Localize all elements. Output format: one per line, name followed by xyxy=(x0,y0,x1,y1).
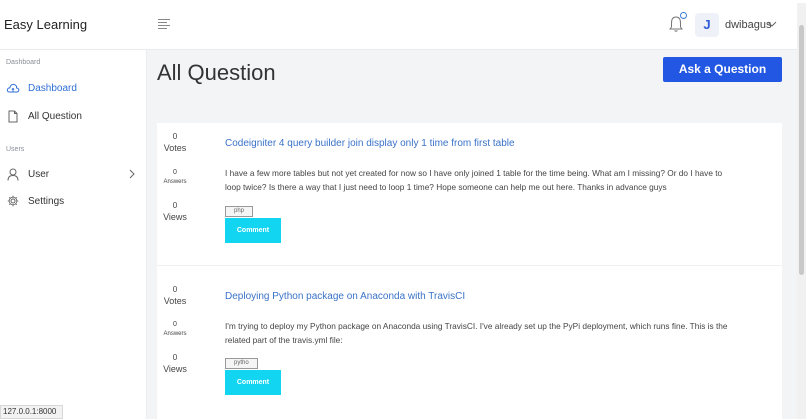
votes-count: 0 xyxy=(172,132,178,141)
answers-label: Answers xyxy=(163,331,187,337)
scrollbar-thumb[interactable] xyxy=(799,25,804,275)
question-card: 0 Votes 0 Answers 0 Views Deploying Pyth… xyxy=(157,266,782,419)
votes-label: Votes xyxy=(163,296,187,306)
status-bar-url: 127.0.0.1:8000 xyxy=(0,405,64,419)
question-excerpt-line: related part of the travis.yml file: xyxy=(225,335,343,345)
top-navbar: Easy Learning J dwibagus xyxy=(0,0,806,50)
page-title: All Question xyxy=(157,60,276,85)
question-excerpt-line: loop twice? Is there a way that I just n… xyxy=(225,182,667,192)
brand-logo-text[interactable]: Easy Learning xyxy=(4,17,87,32)
cloud-icon xyxy=(6,81,20,95)
sidebar-item-user[interactable]: User xyxy=(6,166,136,182)
votes-count: 0 xyxy=(172,285,178,294)
sidebar-item-label: User xyxy=(28,168,50,180)
notification-dot-icon xyxy=(680,12,687,19)
tag-badge[interactable]: pytho xyxy=(225,358,258,369)
menu-toggle-icon[interactable] xyxy=(158,19,170,29)
comment-button[interactable]: Comment xyxy=(225,370,281,395)
answers-stat: 0 Answers xyxy=(157,168,193,187)
username-label[interactable]: dwibagus xyxy=(725,19,771,31)
question-excerpt: I'm trying to deploy my Python package o… xyxy=(225,319,770,347)
question-excerpt: I have a few more tables but not yet cre… xyxy=(225,166,770,194)
question-excerpt-line: I'm trying to deploy my Python package o… xyxy=(225,321,728,331)
chevron-down-icon[interactable] xyxy=(767,19,777,29)
views-stat: 0 Views xyxy=(157,200,193,223)
person-icon xyxy=(6,167,20,181)
answers-label: Answers xyxy=(163,179,187,185)
sidebar-item-dashboard[interactable]: Dashboard xyxy=(6,80,136,96)
question-title-link[interactable]: Deploying Python package on Anaconda wit… xyxy=(225,291,465,302)
sidebar-item-all-question[interactable]: All Question xyxy=(6,108,136,124)
question-title-link[interactable]: Codeigniter 4 query builder join display… xyxy=(225,138,515,149)
document-icon xyxy=(6,109,20,123)
answers-count: 0 xyxy=(173,321,177,328)
sidebar-item-label: Settings xyxy=(28,195,65,207)
avatar[interactable]: J xyxy=(695,13,719,37)
sidebar-section-dashboard: Dashboard xyxy=(6,59,41,66)
views-count: 0 xyxy=(172,201,178,210)
question-excerpt-line: I have a few more tables but not yet cre… xyxy=(225,168,723,178)
gear-icon xyxy=(6,194,20,208)
tag-badge[interactable]: php xyxy=(225,206,254,217)
sidebar-item-label: All Question xyxy=(28,110,82,122)
answers-stat: 0 Answers xyxy=(157,320,193,339)
comment-button[interactable]: Comment xyxy=(225,218,281,243)
views-count: 0 xyxy=(172,353,178,362)
sidebar-item-settings[interactable]: Settings xyxy=(6,193,136,209)
views-label: Views xyxy=(163,364,187,374)
chevron-right-icon[interactable] xyxy=(128,169,136,179)
votes-stat: 0 Votes xyxy=(157,131,193,154)
answers-count: 0 xyxy=(173,169,177,176)
ask-question-button[interactable]: Ask a Question xyxy=(663,57,782,82)
sidebar: Dashboard Dashboard All Question Users U… xyxy=(0,50,147,419)
question-card: 0 Votes 0 Answers 0 Views Codeigniter 4 … xyxy=(157,123,782,265)
votes-label: Votes xyxy=(163,143,187,153)
sidebar-item-label: Dashboard xyxy=(28,82,77,94)
views-label: Views xyxy=(163,212,187,222)
views-stat: 0 Views xyxy=(157,352,193,375)
votes-stat: 0 Votes xyxy=(157,284,193,307)
sidebar-section-users: Users xyxy=(6,146,25,153)
